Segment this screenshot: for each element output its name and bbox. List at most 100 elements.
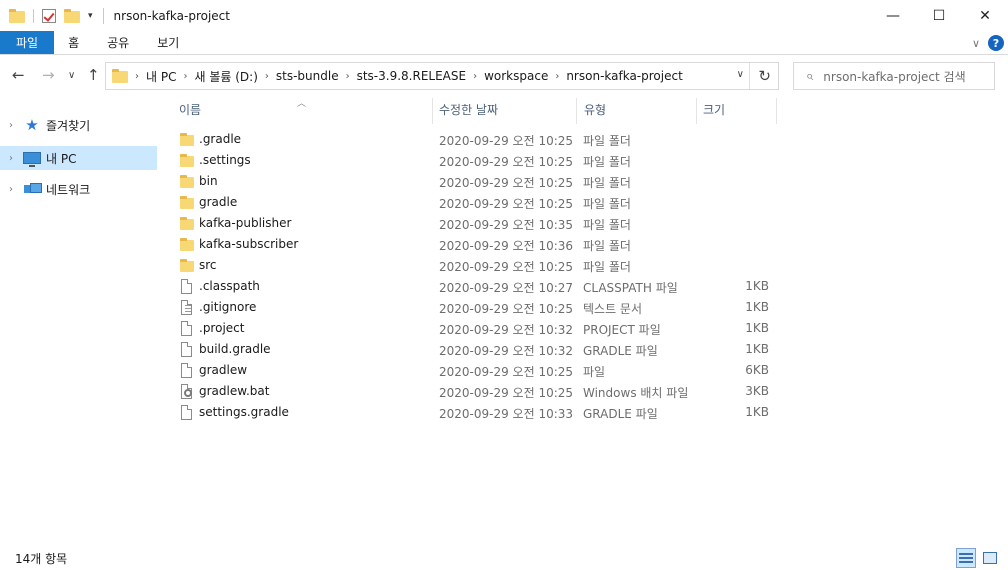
address-history-chevron-icon[interactable]: ∨ (737, 69, 744, 80)
breadcrumb: 내 PC › 새 볼륨 (D:) › sts-bundle › sts-3.9.… (146, 68, 683, 85)
file-row[interactable]: src 2020-09-29 오전 10:25 파일 폴더 (160, 255, 1008, 276)
file-row[interactable]: gradlew 2020-09-29 오전 10:25 파일 6KB (160, 360, 1008, 381)
file-icon (180, 363, 194, 378)
breadcrumb-item[interactable]: 새 볼륨 (D:) (194, 68, 257, 85)
file-row[interactable]: .project 2020-09-29 오전 10:32 PROJECT 파일 1KB (160, 318, 1008, 339)
expand-chevron-icon[interactable]: › (0, 184, 22, 195)
breadcrumb-separator-icon[interactable]: › (555, 71, 559, 82)
folder-icon (180, 196, 194, 211)
ribbon-tabs: 파일 홈 공유 보기 ∨ ? (0, 31, 1008, 55)
breadcrumb-item[interactable]: workspace (484, 69, 548, 83)
breadcrumb-separator-icon[interactable]: › (135, 71, 139, 82)
large-icons-view-button[interactable] (980, 548, 1000, 568)
file-type: Windows 배치 파일 (583, 386, 689, 400)
column-header-size[interactable]: 크기 (703, 96, 725, 122)
folder-icon (180, 217, 194, 232)
window-title: nrson-kafka-project (113, 8, 230, 23)
status-bar: 14개 항목 (0, 546, 1008, 570)
file-type: 파일 폴더 (583, 239, 631, 253)
window-controls: — ☐ ✕ (870, 0, 1008, 31)
file-date: 2020-09-29 오전 10:36 (439, 239, 574, 253)
file-row[interactable]: .gradle 2020-09-29 오전 10:25 파일 폴더 (160, 129, 1008, 150)
file-name: .classpath (199, 279, 260, 293)
file-type: 파일 폴더 (583, 260, 631, 274)
folder-icon (180, 259, 194, 274)
details-view-button[interactable] (956, 548, 976, 568)
file-type: 파일 폴더 (583, 155, 631, 169)
maximize-button[interactable]: ☐ (916, 0, 962, 31)
file-row[interactable]: .gitignore 2020-09-29 오전 10:25 텍스트 문서 1KB (160, 297, 1008, 318)
file-size: 1KB (745, 342, 769, 356)
search-input[interactable]: ⌕ nrson-kafka-project 검색 (793, 62, 995, 90)
nav-item-quick-access[interactable]: › ★ 즐겨찾기 (0, 113, 157, 137)
refresh-icon[interactable]: ↻ (758, 67, 771, 85)
customize-toolbar-dropdown-icon[interactable]: ▾ (88, 11, 93, 21)
expand-ribbon-icon[interactable]: ∨ (972, 37, 980, 50)
file-name: .gradle (199, 132, 242, 146)
breadcrumb-item[interactable]: sts-bundle (276, 69, 339, 83)
file-row[interactable]: .settings 2020-09-29 오전 10:25 파일 폴더 (160, 150, 1008, 171)
file-row[interactable]: kafka-publisher 2020-09-29 오전 10:35 파일 폴더 (160, 213, 1008, 234)
minimize-button[interactable]: — (870, 0, 916, 31)
help-icon[interactable]: ? (988, 35, 1004, 51)
back-arrow-icon[interactable]: ← (12, 66, 25, 84)
file-date: 2020-09-29 오전 10:32 (439, 323, 574, 337)
file-icon (180, 405, 194, 420)
recent-locations-chevron-icon[interactable]: ∨ (68, 70, 75, 81)
file-row[interactable]: .classpath 2020-09-29 오전 10:27 CLASSPATH 파… (160, 276, 1008, 297)
expand-chevron-icon[interactable]: › (0, 120, 22, 131)
ribbon-right-controls: ∨ ? (972, 31, 1004, 55)
file-date: 2020-09-29 오전 10:25 (439, 134, 574, 148)
file-date: 2020-09-29 오전 10:25 (439, 176, 574, 190)
file-row[interactable]: settings.gradle 2020-09-29 오전 10:33 GRADLE… (160, 402, 1008, 423)
breadcrumb-separator-icon[interactable]: › (183, 71, 187, 82)
file-row[interactable]: gradlew.bat 2020-09-29 오전 10:25 Windows 배치… (160, 381, 1008, 402)
column-divider[interactable] (576, 98, 577, 124)
breadcrumb-item[interactable]: 내 PC (146, 68, 176, 85)
file-name: .settings (199, 153, 251, 167)
up-arrow-icon[interactable]: ↑ (87, 66, 100, 84)
expand-chevron-icon[interactable]: › (0, 153, 22, 164)
column-divider[interactable] (432, 98, 433, 124)
properties-icon[interactable] (42, 8, 56, 23)
breadcrumb-separator-icon[interactable]: › (473, 71, 477, 82)
column-header-name[interactable]: 이름 (179, 96, 201, 122)
address-bar[interactable]: › 내 PC › 새 볼륨 (D:) › sts-bundle › sts-3.… (105, 62, 779, 90)
column-divider[interactable] (776, 98, 777, 124)
file-row[interactable]: kafka-subscriber 2020-09-29 오전 10:36 파일 폴더 (160, 234, 1008, 255)
file-name: bin (199, 174, 218, 188)
file-date: 2020-09-29 오전 10:25 (439, 302, 574, 316)
file-name: kafka-publisher (199, 216, 292, 230)
tab-view[interactable]: 보기 (143, 31, 193, 54)
file-row[interactable]: build.gradle 2020-09-29 오전 10:32 GRADLE 파일… (160, 339, 1008, 360)
file-name: gradlew (199, 363, 248, 377)
nav-item-network[interactable]: › 네트워크 (0, 177, 157, 201)
pc-icon (22, 152, 42, 167)
tab-file[interactable]: 파일 (0, 31, 55, 54)
folder-icon (180, 175, 194, 190)
nav-item-label: 즐겨찾기 (46, 118, 91, 133)
divider (33, 8, 34, 23)
large-icons-view-icon (983, 552, 997, 564)
new-folder-icon[interactable] (64, 8, 80, 23)
file-row[interactable]: gradle 2020-09-29 오전 10:25 파일 폴더 (160, 192, 1008, 213)
file-name: src (199, 258, 217, 272)
tab-share[interactable]: 공유 (93, 31, 143, 54)
file-date: 2020-09-29 오전 10:25 (439, 386, 574, 400)
file-type: 파일 폴더 (583, 218, 631, 232)
breadcrumb-item[interactable]: sts-3.9.8.RELEASE (357, 69, 466, 83)
nav-item-this-pc[interactable]: › 내 PC (0, 146, 157, 170)
file-icon (180, 321, 194, 336)
forward-arrow-icon[interactable]: → (42, 66, 55, 84)
close-button[interactable]: ✕ (962, 0, 1008, 31)
details-view-icon (959, 553, 973, 563)
column-divider[interactable] (696, 98, 697, 124)
column-header-date[interactable]: 수정한 날짜 (439, 96, 498, 122)
file-row[interactable]: bin 2020-09-29 오전 10:25 파일 폴더 (160, 171, 1008, 192)
column-header-type[interactable]: 유형 (584, 96, 606, 122)
tab-home[interactable]: 홈 (54, 31, 93, 54)
breadcrumb-separator-icon[interactable]: › (265, 71, 269, 82)
file-date: 2020-09-29 오전 10:32 (439, 344, 574, 358)
breadcrumb-item[interactable]: nrson-kafka-project (566, 69, 682, 83)
breadcrumb-separator-icon[interactable]: › (346, 71, 350, 82)
